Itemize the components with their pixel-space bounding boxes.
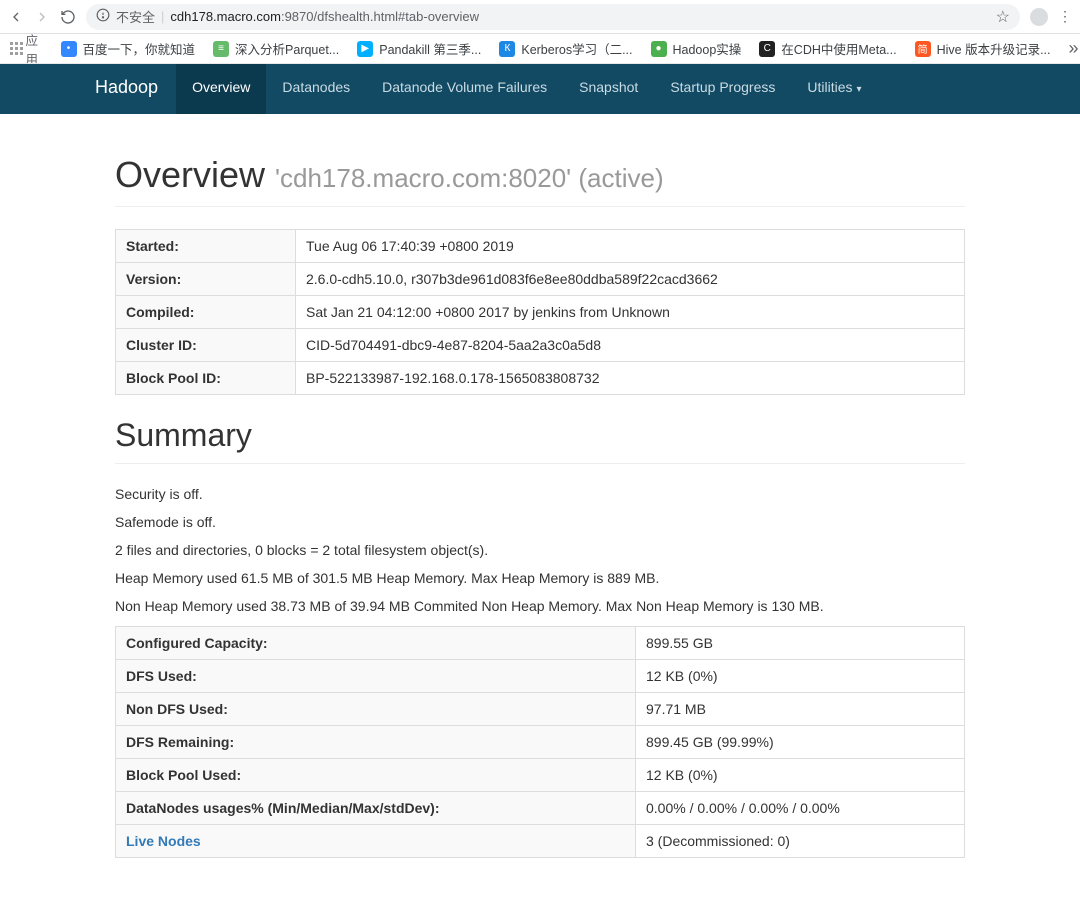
bookmark-item[interactable]: C在CDH中使用Meta... xyxy=(759,39,896,58)
summary-line: 2 files and directories, 0 blocks = 2 to… xyxy=(115,542,965,558)
bookmarks-bar: 应用 •百度一下，你就知道 ≡深入分析Parquet... ▶Pandakill… xyxy=(0,34,1080,64)
hadoop-navbar: Hadoop Overview Datanodes Datanode Volum… xyxy=(0,64,1080,114)
table-row-live-nodes: Live Nodes3 (Decommissioned: 0) xyxy=(116,825,965,858)
table-row: Cluster ID:CID-5d704491-dbc9-4e87-8204-5… xyxy=(116,329,965,362)
summary-heading: Summary xyxy=(115,417,965,464)
bookmark-item[interactable]: ≡深入分析Parquet... xyxy=(213,39,339,58)
brand[interactable]: Hadoop xyxy=(95,64,176,114)
tab-overview[interactable]: Overview xyxy=(176,64,266,114)
url-bar[interactable]: 不安全 | cdh178.macro.com:9870/dfshealth.ht… xyxy=(86,4,1020,30)
browser-toolbar: 不安全 | cdh178.macro.com:9870/dfshealth.ht… xyxy=(0,0,1080,34)
bookmark-item[interactable]: •百度一下，你就知道 xyxy=(61,39,196,58)
table-row: DFS Remaining:899.45 GB (99.99%) xyxy=(116,726,965,759)
tab-datanodes[interactable]: Datanodes xyxy=(266,64,366,114)
bookmark-item[interactable]: КKerberos学习（二... xyxy=(499,39,632,58)
reload-icon[interactable] xyxy=(60,9,76,25)
bookmark-favicon: • xyxy=(61,41,77,57)
tab-snapshot[interactable]: Snapshot xyxy=(563,64,654,114)
table-row: DataNodes usages% (Min/Median/Max/stdDev… xyxy=(116,792,965,825)
table-row: Version:2.6.0-cdh5.10.0, r307b3de961d083… xyxy=(116,263,965,296)
summary-table: Configured Capacity:899.55 GB DFS Used:1… xyxy=(115,626,965,858)
bookmarks-overflow-icon[interactable]: » xyxy=(1069,38,1079,59)
table-row: Configured Capacity:899.55 GB xyxy=(116,627,965,660)
forward-icon xyxy=(34,9,50,25)
apps-grid-icon xyxy=(10,42,20,56)
bookmark-favicon: ▶ xyxy=(357,41,373,57)
bookmark-favicon: 简 xyxy=(915,41,931,57)
table-row: Block Pool ID:BP-522133987-192.168.0.178… xyxy=(116,362,965,395)
bookmark-favicon: C xyxy=(759,41,775,57)
apps-label: 应用 xyxy=(26,34,43,64)
url-text: cdh178.macro.com:9870/dfshealth.html#tab… xyxy=(170,9,479,24)
tab-datanode-volume-failures[interactable]: Datanode Volume Failures xyxy=(366,64,563,114)
bookmark-favicon: К xyxy=(499,41,515,57)
table-row: Compiled:Sat Jan 21 04:12:00 +0800 2017 … xyxy=(116,296,965,329)
back-icon[interactable] xyxy=(8,9,24,25)
table-row: Started:Tue Aug 06 17:40:39 +0800 2019 xyxy=(116,230,965,263)
table-row: Block Pool Used:12 KB (0%) xyxy=(116,759,965,792)
live-nodes-link[interactable]: Live Nodes xyxy=(126,833,201,849)
insecure-label: 不安全 xyxy=(116,7,155,26)
table-row: DFS Used:12 KB (0%) xyxy=(116,660,965,693)
table-row: Non DFS Used:97.71 MB xyxy=(116,693,965,726)
overview-table: Started:Tue Aug 06 17:40:39 +0800 2019 V… xyxy=(115,229,965,395)
page-title: Overview 'cdh178.macro.com:8020' (active… xyxy=(115,154,965,207)
summary-line: Heap Memory used 61.5 MB of 301.5 MB Hea… xyxy=(115,570,965,586)
caret-down-icon: ▾ xyxy=(857,84,862,95)
bookmark-item[interactable]: ▶Pandakill 第三季... xyxy=(357,39,481,58)
profile-avatar[interactable] xyxy=(1030,8,1048,26)
tab-startup-progress[interactable]: Startup Progress xyxy=(654,64,791,114)
bookmark-favicon: ● xyxy=(651,41,667,57)
tab-utilities[interactable]: Utilities▾ xyxy=(791,64,877,114)
insecure-info-icon[interactable] xyxy=(96,8,110,25)
summary-line: Non Heap Memory used 38.73 MB of 39.94 M… xyxy=(115,598,965,614)
bookmark-item[interactable]: ●Hadoop实操 xyxy=(651,39,742,58)
page-subtitle: 'cdh178.macro.com:8020' (active) xyxy=(275,163,664,193)
main-content: Overview 'cdh178.macro.com:8020' (active… xyxy=(100,114,980,888)
summary-line: Safemode is off. xyxy=(115,514,965,530)
apps-button[interactable]: 应用 xyxy=(10,34,43,64)
bookmark-star-icon[interactable]: ☆ xyxy=(996,7,1010,27)
bookmark-favicon: ≡ xyxy=(213,41,229,57)
bookmark-item[interactable]: 简Hive 版本升级记录... xyxy=(915,39,1051,58)
menu-kebab-icon[interactable]: ⋮ xyxy=(1058,8,1072,25)
summary-line: Security is off. xyxy=(115,486,965,502)
